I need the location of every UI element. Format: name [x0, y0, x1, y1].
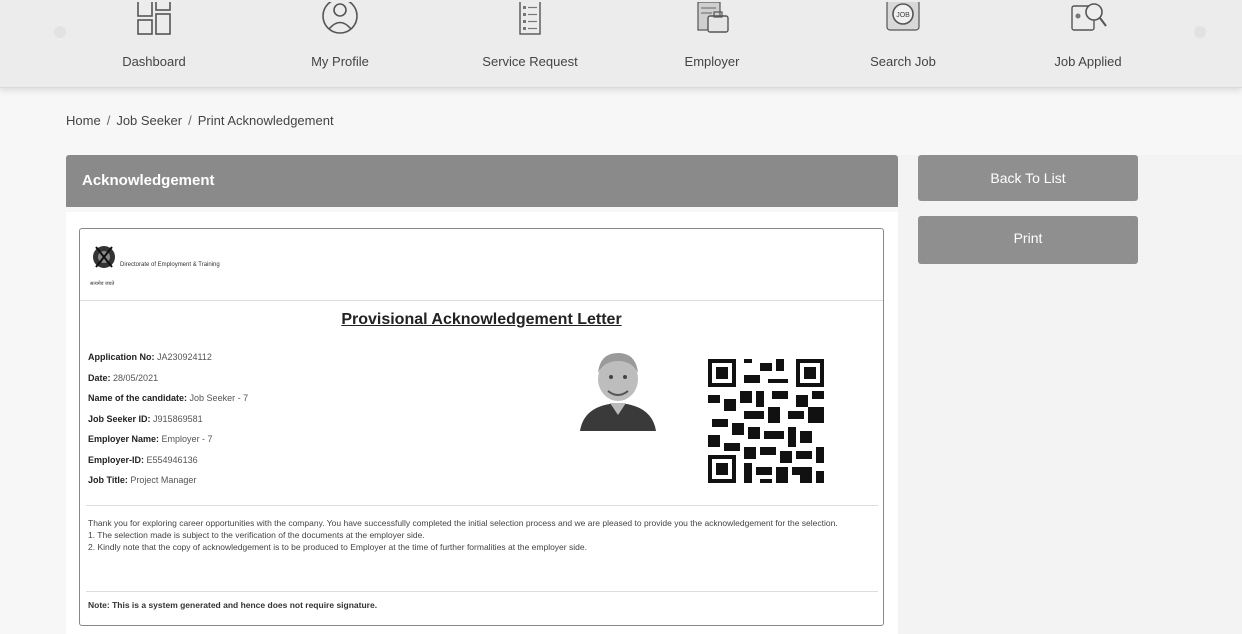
emblem-caption: सत्यमेव जयते — [90, 281, 115, 287]
org-name: Directorate of Employment & Training — [120, 262, 220, 268]
letter-note: Note: This is a system generated and hen… — [88, 600, 378, 610]
nav-item-employer[interactable]: Employer — [642, 0, 782, 88]
panel-header: Acknowledgement — [66, 155, 898, 207]
nav-label-dashboard: Dashboard — [122, 54, 186, 69]
panel-title: Acknowledgement — [82, 172, 215, 189]
top-navigation: Dashboard My Profile Service Request Emp… — [0, 0, 1242, 88]
service-request-icon — [519, 2, 541, 35]
field-row: Application No: JA230924112 — [88, 352, 212, 362]
breadcrumb: Home / Job Seeker / Print Acknowledgement — [66, 113, 334, 128]
nav-label-my-profile: My Profile — [311, 54, 369, 69]
letter-fields: Application No: JA230924112 Date: 28/05/… — [88, 347, 248, 491]
emblem-icon — [93, 246, 115, 268]
acknowledgement-letter: Directorate of Employment & Training सत्… — [79, 228, 884, 626]
nav-label-service-request: Service Request — [482, 54, 578, 69]
dashboard-icon — [137, 2, 171, 35]
letter-divider — [86, 505, 878, 506]
letter-paragraph: Thank you for exploring career opportuni… — [88, 518, 838, 528]
letter-title: Provisional Acknowledgement Letter — [341, 311, 622, 328]
nav-item-dashboard[interactable]: Dashboard — [84, 0, 224, 88]
field-row: Date: 28/05/2021 — [88, 372, 159, 383]
nav-label-job-applied: Job Applied — [1054, 54, 1122, 69]
nav-item-my-profile[interactable]: My Profile — [270, 0, 410, 88]
field-row: Name of the candidate: Job Seeker - 7 — [88, 393, 249, 403]
svg-text:JOB: JOB — [896, 12, 910, 19]
field-row: Job Seeker ID: J915869581 — [88, 413, 203, 424]
qr-code — [708, 359, 824, 483]
field-row: Job Title: Project Manager — [88, 475, 197, 485]
letter-divider — [86, 591, 878, 592]
breadcrumb-current: Print Acknowledgement — [197, 113, 334, 128]
nav-item-search-job[interactable]: JOB Search Job — [833, 0, 973, 88]
letter-point-1: 1. The selection made is subject to the … — [88, 530, 425, 540]
search-job-icon: JOB — [886, 2, 920, 31]
field-row: Employer Name: Employer - 7 — [88, 434, 213, 444]
nav-left-dot — [54, 26, 66, 38]
nav-label-search-job: Search Job — [870, 54, 936, 69]
back-to-list-button[interactable]: Back To List — [918, 155, 1138, 201]
print-button[interactable]: Print — [918, 216, 1138, 264]
letter-body: Thank you for exploring career opportuni… — [88, 517, 878, 553]
employer-icon — [697, 2, 729, 33]
field-row: Employer-ID: E554946136 — [88, 454, 198, 465]
candidate-photo — [580, 353, 656, 431]
profile-icon — [322, 2, 358, 34]
nav-item-job-applied[interactable]: Job Applied — [1018, 0, 1158, 88]
nav-item-service-request[interactable]: Service Request — [460, 0, 600, 88]
nav-right-dot — [1194, 26, 1206, 38]
nav-label-employer: Employer — [684, 54, 740, 69]
letter-point-2: 2. Kindly note that the copy of acknowle… — [88, 542, 587, 552]
breadcrumb-home[interactable]: Home — [66, 113, 101, 128]
breadcrumb-job-seeker[interactable]: Job Seeker — [116, 113, 182, 128]
job-applied-icon — [1071, 3, 1107, 31]
letter-header: Directorate of Employment & Training सत्… — [80, 229, 883, 301]
